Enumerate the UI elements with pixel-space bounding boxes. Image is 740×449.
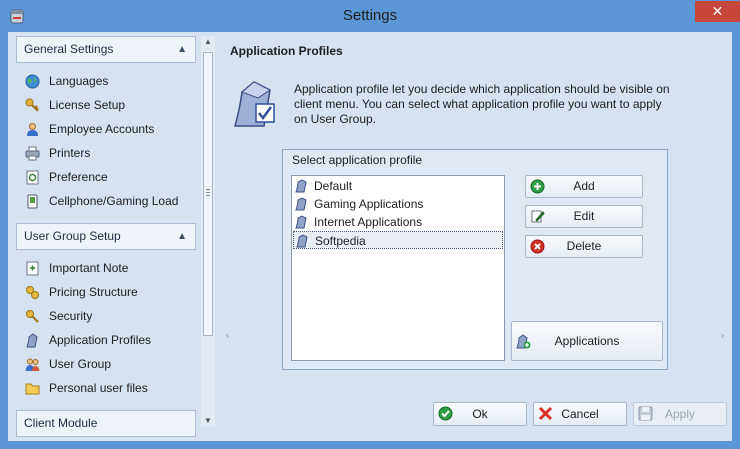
list-item-label: Default	[314, 179, 353, 193]
groupbox-title: Select application profile	[292, 153, 423, 167]
sidebar-item-languages[interactable]: Languages	[24, 70, 194, 92]
profile-icon	[295, 215, 307, 229]
group-header-general-settings[interactable]: General Settings ▲	[16, 36, 196, 63]
window-title: Settings	[342, 7, 398, 24]
description-text: Application profile let you decide which…	[294, 82, 670, 126]
sidebar-item-employee-accounts[interactable]: Employee Accounts	[24, 118, 194, 140]
thumb-grip	[206, 195, 210, 196]
add-button[interactable]: Add	[525, 175, 643, 198]
printer-icon	[25, 146, 40, 161]
profile-icon	[296, 234, 308, 248]
sidebar-item-label: Cellphone/Gaming Load	[49, 194, 179, 208]
sidebar-item-important-note[interactable]: Important Note	[24, 257, 194, 279]
list-item[interactable]: Default	[293, 177, 503, 195]
chevron-up-icon[interactable]: ▲	[177, 224, 187, 249]
sidebar-item-label: Employee Accounts	[49, 122, 155, 136]
list-item[interactable]: Gaming Applications	[293, 195, 503, 213]
profile-listbox[interactable]: Default Gaming Applications Internet App…	[291, 175, 505, 361]
ok-button[interactable]: Ok	[433, 402, 527, 426]
globe-icon	[25, 74, 40, 89]
list-item[interactable]: Internet Applications	[293, 213, 503, 231]
scrollbar-thumb[interactable]	[203, 52, 213, 336]
button-label: Delete	[566, 239, 602, 253]
group-header-client-module[interactable]: Client Module	[16, 410, 196, 437]
select-profile-groupbox: Select application profile Default Gamin…	[282, 149, 668, 370]
sidebar-item-user-group[interactable]: User Group	[24, 353, 194, 375]
application-profile-icon	[234, 81, 275, 127]
sidebar-item-cellphone-gaming-load[interactable]: Cellphone/Gaming Load	[24, 190, 194, 212]
note-icon	[26, 261, 39, 276]
scroll-down-arrow-icon[interactable]: ▼	[201, 415, 215, 427]
sidebar-item-pricing-structure[interactable]: Pricing Structure	[24, 281, 194, 303]
group-title: Client Module	[24, 416, 98, 430]
close-button[interactable]: ✕	[695, 1, 740, 22]
sidebar-item-printers[interactable]: Printers	[24, 142, 194, 164]
delete-button[interactable]: Delete	[525, 235, 643, 258]
title-bar[interactable]: Settings ✕	[0, 0, 740, 32]
thumb-grip	[206, 192, 210, 193]
chevron-up-icon[interactable]: ▲	[177, 37, 187, 62]
apply-button[interactable]: Apply	[633, 402, 727, 426]
left-edge-marker: ‹	[226, 330, 229, 340]
client-area: General Settings ▲ Languages License Set…	[8, 32, 732, 441]
cellphone-icon	[27, 194, 38, 209]
scroll-up-arrow-icon[interactable]: ▲	[201, 36, 215, 48]
sidebar-item-license-setup[interactable]: License Setup	[24, 94, 194, 116]
preference-icon	[26, 170, 39, 185]
sidebar-item-preference[interactable]: Preference	[24, 166, 194, 188]
pricing-icon	[26, 286, 39, 299]
edit-button[interactable]: Edit	[525, 205, 643, 228]
cancel-button[interactable]: Cancel	[533, 402, 627, 426]
group-header-user-group-setup[interactable]: User Group Setup ▲	[16, 223, 196, 250]
page-title: Application Profiles	[230, 44, 343, 58]
group-title: General Settings	[24, 42, 114, 56]
sidebar-item-label: Preference	[49, 170, 108, 184]
button-label: Add	[573, 179, 595, 193]
button-label: Apply	[664, 407, 696, 421]
button-label: Applications	[554, 334, 620, 348]
list-item-label: Gaming Applications	[314, 197, 424, 211]
settings-window: Settings ✕ General Settings ▲ Languages …	[0, 0, 740, 449]
button-label: Cancel	[561, 407, 599, 421]
profile-icon	[26, 333, 38, 348]
profile-icon	[295, 197, 307, 211]
sidebar-item-label: User Group	[49, 357, 112, 371]
sidebar-item-label: Personal user files	[49, 381, 148, 395]
button-label: Ok	[472, 407, 488, 421]
sidebar-item-label: Languages	[49, 74, 109, 88]
main-panel: Application Profiles Application profile…	[220, 32, 732, 441]
sidebar-item-personal-user-files[interactable]: Personal user files	[24, 377, 194, 399]
sidebar: General Settings ▲ Languages License Set…	[8, 32, 201, 441]
folder-icon	[25, 383, 40, 395]
sidebar-item-label: Important Note	[49, 261, 129, 275]
list-item-selected[interactable]: Softpedia	[293, 231, 503, 249]
security-icon	[26, 310, 39, 323]
sidebar-item-label: Security	[49, 309, 93, 323]
user-group-icon	[25, 358, 40, 371]
sidebar-item-label: License Setup	[49, 98, 126, 112]
sidebar-item-label: Application Profiles	[49, 333, 152, 347]
right-edge-marker: ›	[721, 330, 724, 340]
applications-button[interactable]: Applications	[511, 321, 663, 361]
user-icon	[27, 123, 38, 136]
button-label: Edit	[573, 209, 595, 223]
sidebar-item-security[interactable]: Security	[24, 305, 194, 327]
sidebar-scrollbar[interactable]: ▲ ▼	[201, 36, 215, 427]
list-item-label: Internet Applications	[314, 215, 423, 229]
thumb-grip	[206, 189, 210, 190]
group-title: User Group Setup	[24, 229, 121, 243]
sidebar-item-label: Pricing Structure	[49, 285, 138, 299]
sidebar-item-application-profiles[interactable]: Application Profiles	[24, 329, 194, 351]
key-icon	[25, 98, 39, 112]
sidebar-item-label: Printers	[49, 146, 91, 160]
profile-icon	[295, 179, 307, 193]
list-item-label: Softpedia	[315, 234, 366, 248]
